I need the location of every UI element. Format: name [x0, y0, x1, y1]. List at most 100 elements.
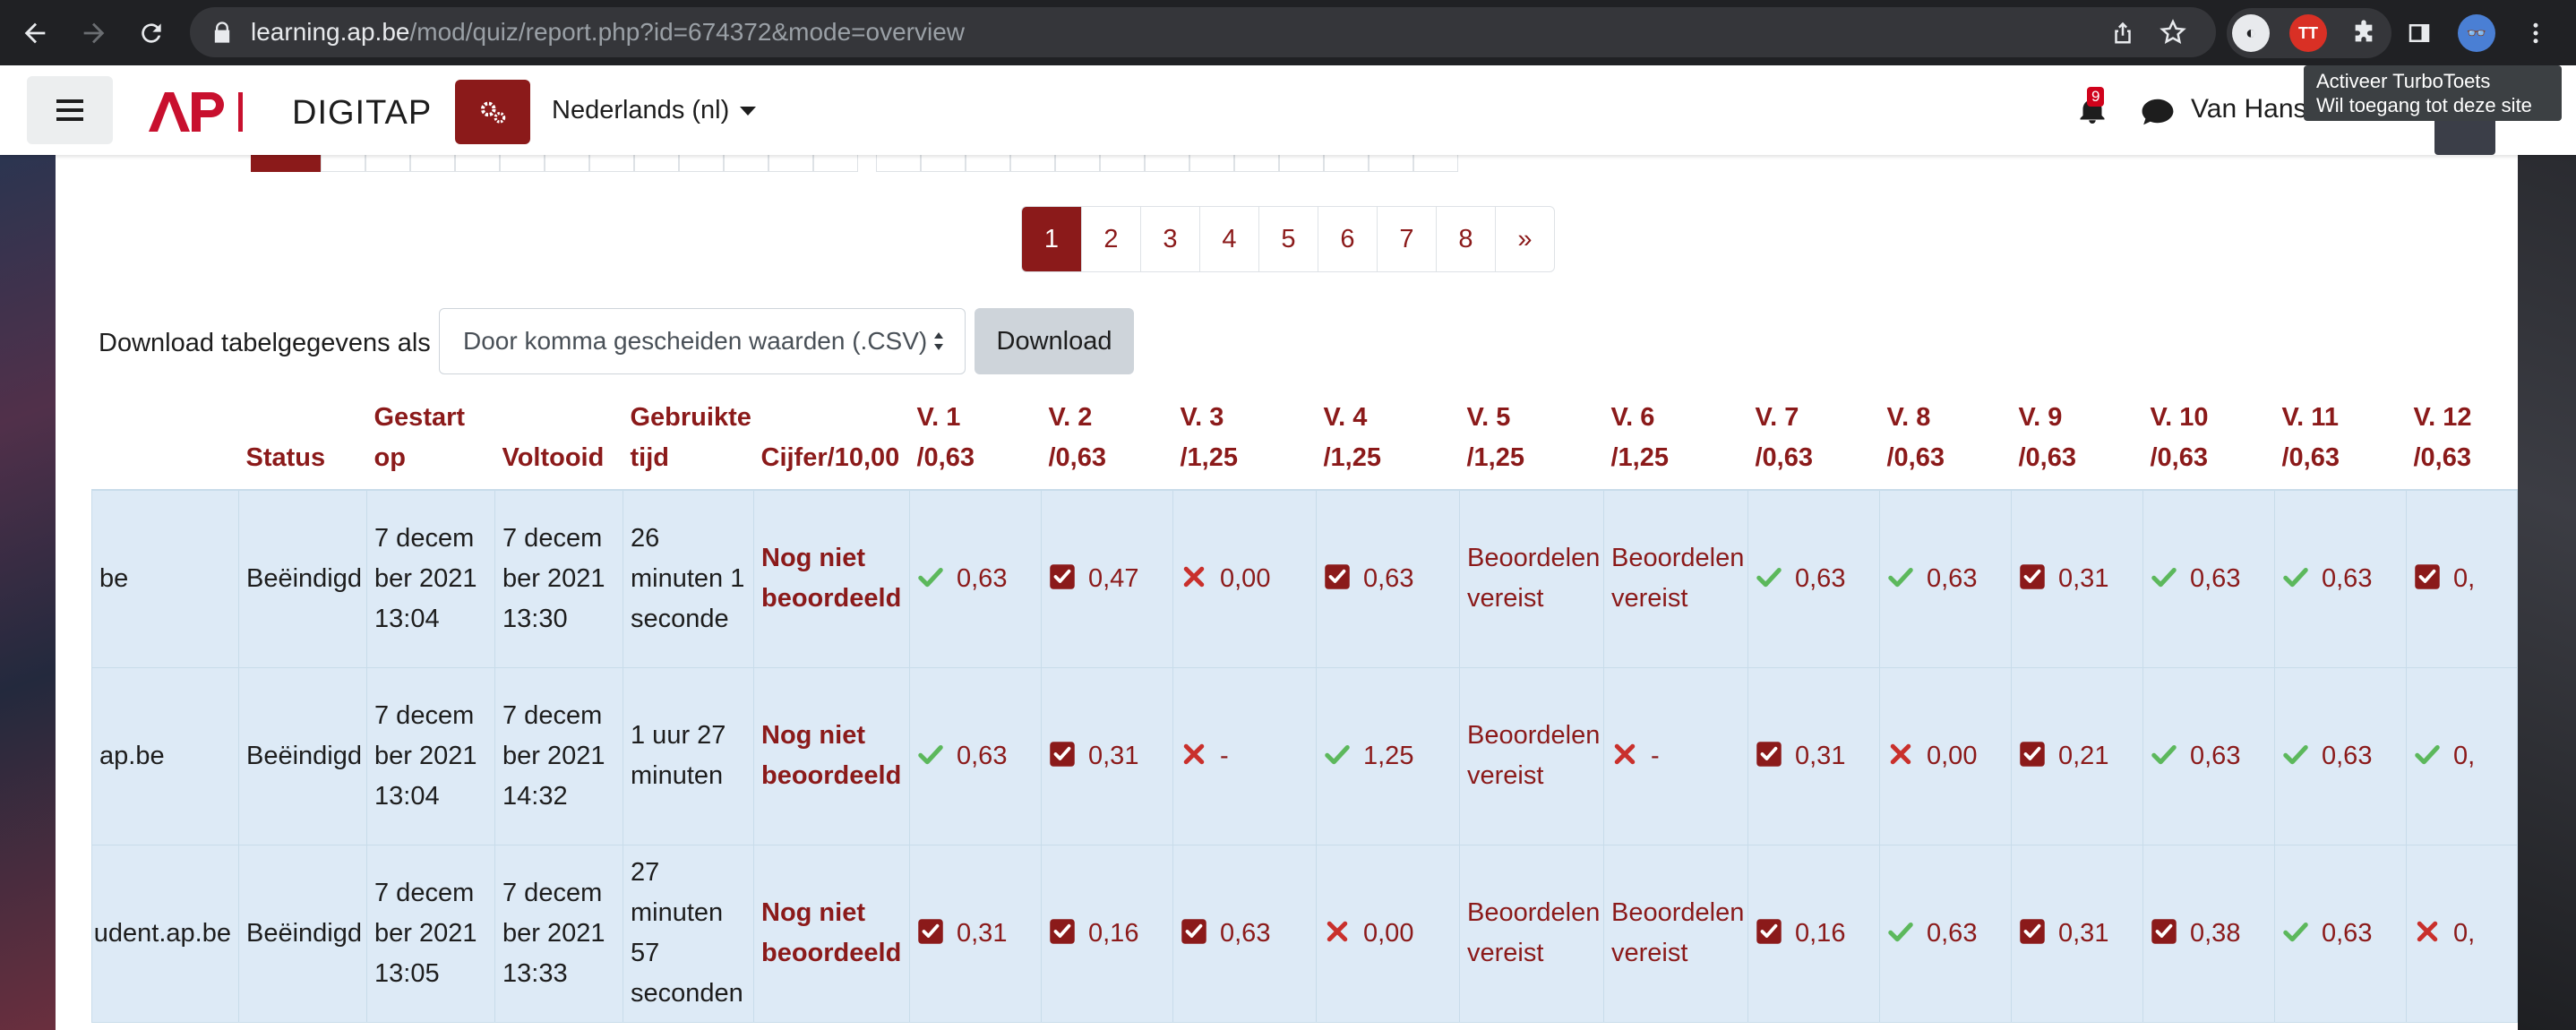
page-link-3[interactable]: 3 [1140, 207, 1199, 271]
question-cell-q1[interactable]: 0,63 [909, 489, 1042, 668]
question-cell-q9[interactable]: 0,31 [2011, 844, 2143, 1023]
question-cell-q5[interactable]: Beoordelen vereist [1459, 844, 1604, 1023]
header-q1[interactable]: V. 1/0,63 [909, 390, 1042, 491]
header-q9[interactable]: V. 9/0,63 [2011, 390, 2143, 491]
site-name[interactable]: DIGITAP [292, 94, 432, 133]
admin-settings-button[interactable] [455, 80, 530, 144]
download-button[interactable]: Download [975, 308, 1134, 374]
question-score[interactable]: 0,63 [2322, 564, 2372, 593]
download-format-select[interactable]: Door komma gescheiden waarden (.CSV) [439, 308, 966, 374]
question-cell-q6[interactable]: Beoordelen vereist [1603, 489, 1748, 668]
back-icon[interactable] [13, 11, 57, 56]
header-q2[interactable]: V. 2/0,63 [1041, 390, 1173, 491]
table-row[interactable]: ap.be Beëindigd 7 december 2021 13:04 7 dec… [91, 666, 2518, 845]
question-score[interactable]: 0,31 [2058, 564, 2108, 593]
question-score[interactable]: 0,63 [2190, 564, 2240, 593]
question-score[interactable]: 0,31 [2058, 919, 2108, 948]
password-manager-icon[interactable]: ◐ [2232, 14, 2270, 52]
table-row[interactable]: be Beëindigd 7 december 2021 13:04 7 decemb… [91, 489, 2518, 668]
header-q10[interactable]: V. 10/0,63 [2142, 390, 2275, 491]
header-q12[interactable]: V. 12/0,63 [2406, 390, 2518, 491]
question-cell-q7[interactable]: 0,16 [1747, 844, 1880, 1023]
question-cell-q6[interactable]: Beoordelen vereist [1603, 844, 1748, 1023]
question-score[interactable]: 0,00 [1363, 919, 1413, 948]
question-score[interactable]: 0,63 [2322, 919, 2372, 948]
header-grade[interactable]: Cijfer/10,00 [753, 390, 910, 491]
question-score[interactable]: 0,47 [1088, 564, 1138, 593]
turbotoets-extension-icon[interactable]: TT [2289, 14, 2327, 52]
question-score[interactable]: 0,16 [1795, 919, 1845, 948]
question-cell-q4[interactable]: 0,00 [1316, 844, 1460, 1023]
question-cell-q10[interactable]: 0,63 [2142, 489, 2275, 668]
question-cell-q3[interactable]: - [1172, 666, 1317, 845]
forward-icon[interactable] [72, 11, 116, 56]
messages-icon[interactable] [2141, 98, 2175, 126]
question-cell-q3[interactable]: 0,63 [1172, 844, 1317, 1023]
page-link-next[interactable]: » [1495, 207, 1554, 271]
question-score[interactable]: 0,63 [1363, 564, 1413, 593]
page-link-6[interactable]: 6 [1318, 207, 1377, 271]
question-score[interactable]: 0,63 [1220, 919, 1270, 948]
grade-cell[interactable]: Nog niet beoordeeld [753, 489, 910, 668]
header-q7[interactable]: V. 7/0,63 [1747, 390, 1880, 491]
question-cell-q8[interactable]: 0,63 [1879, 489, 2012, 668]
question-score[interactable]: - [1220, 742, 1229, 770]
ap-logo-icon[interactable] [147, 90, 245, 132]
question-score[interactable]: 0,63 [1927, 919, 1977, 948]
url-text[interactable]: learning.ap.be/mod/quiz/report.php?id=67… [251, 18, 965, 47]
question-cell-q1[interactable]: 0,63 [909, 666, 1042, 845]
drawer-toggle-button[interactable] [27, 76, 113, 144]
table-row[interactable]: udent.ap.be Beëindigd 7 december 2021 13:0… [91, 844, 2518, 1023]
reload-icon[interactable] [129, 11, 174, 56]
question-cell-q6[interactable]: - [1603, 666, 1748, 845]
share-icon[interactable] [2107, 16, 2139, 48]
question-score[interactable]: 0,31 [1088, 742, 1138, 770]
language-menu[interactable]: Nederlands (nl) [552, 96, 757, 125]
header-q8[interactable]: V. 8/0,63 [1879, 390, 2012, 491]
question-score[interactable]: 0,63 [1795, 564, 1845, 593]
question-cell-q2[interactable]: 0,16 [1041, 844, 1173, 1023]
header-q3[interactable]: V. 3/1,25 [1172, 390, 1317, 491]
question-cell-q7[interactable]: 0,31 [1747, 666, 1880, 845]
question-score[interactable]: 0,63 [957, 742, 1007, 770]
question-cell-q12[interactable]: 0, [2406, 489, 2518, 668]
question-score[interactable]: 0,63 [2190, 742, 2240, 770]
side-panel-icon[interactable] [2397, 11, 2442, 56]
header-q5[interactable]: V. 5/1,25 [1459, 390, 1604, 491]
page-link-2[interactable]: 2 [1081, 207, 1140, 271]
page-link-4[interactable]: 4 [1199, 207, 1258, 271]
question-cell-q2[interactable]: 0,47 [1041, 489, 1173, 668]
header-status[interactable]: Status [238, 390, 367, 491]
page-link-1[interactable]: 1 [1022, 207, 1081, 271]
question-score[interactable]: 0,31 [1795, 742, 1845, 770]
question-score[interactable]: 0,63 [957, 564, 1007, 593]
question-score[interactable]: 0,16 [1088, 919, 1138, 948]
question-cell-q4[interactable]: 0,63 [1316, 489, 1460, 668]
question-cell-q11[interactable]: 0,63 [2274, 666, 2407, 845]
question-cell-q7[interactable]: 0,63 [1747, 489, 1880, 668]
header-q6[interactable]: V. 6/1,25 [1603, 390, 1748, 491]
page-link-8[interactable]: 8 [1436, 207, 1495, 271]
question-cell-q8[interactable]: 0,00 [1879, 666, 2012, 845]
question-score[interactable]: 0,00 [1927, 742, 1977, 770]
question-cell-q9[interactable]: 0,31 [2011, 489, 2143, 668]
email-cell[interactable]: be [91, 489, 239, 668]
email-cell[interactable]: ap.be [91, 666, 239, 845]
lock-icon[interactable] [210, 20, 235, 45]
header-started[interactable]: Gestart op [366, 390, 495, 491]
browser-menu-icon[interactable] [2513, 11, 2558, 56]
question-score[interactable]: 0, [2453, 742, 2475, 770]
question-cell-q5[interactable]: Beoordelen vereist [1459, 666, 1604, 845]
question-cell-q4[interactable]: 1,25 [1316, 666, 1460, 845]
grade-cell[interactable]: Nog niet beoordeeld [753, 666, 910, 845]
question-cell-q9[interactable]: 0,21 [2011, 666, 2143, 845]
question-score[interactable]: 0,63 [1927, 564, 1977, 593]
question-score[interactable]: 0, [2453, 564, 2475, 593]
question-score[interactable]: 0,38 [2190, 919, 2240, 948]
question-cell-q10[interactable]: 0,38 [2142, 844, 2275, 1023]
question-cell-q1[interactable]: 0,31 [909, 844, 1042, 1023]
page-link-7[interactable]: 7 [1377, 207, 1436, 271]
question-score[interactable]: 0,21 [2058, 742, 2108, 770]
question-cell-q3[interactable]: 0,00 [1172, 489, 1317, 668]
question-cell-q11[interactable]: 0,63 [2274, 844, 2407, 1023]
